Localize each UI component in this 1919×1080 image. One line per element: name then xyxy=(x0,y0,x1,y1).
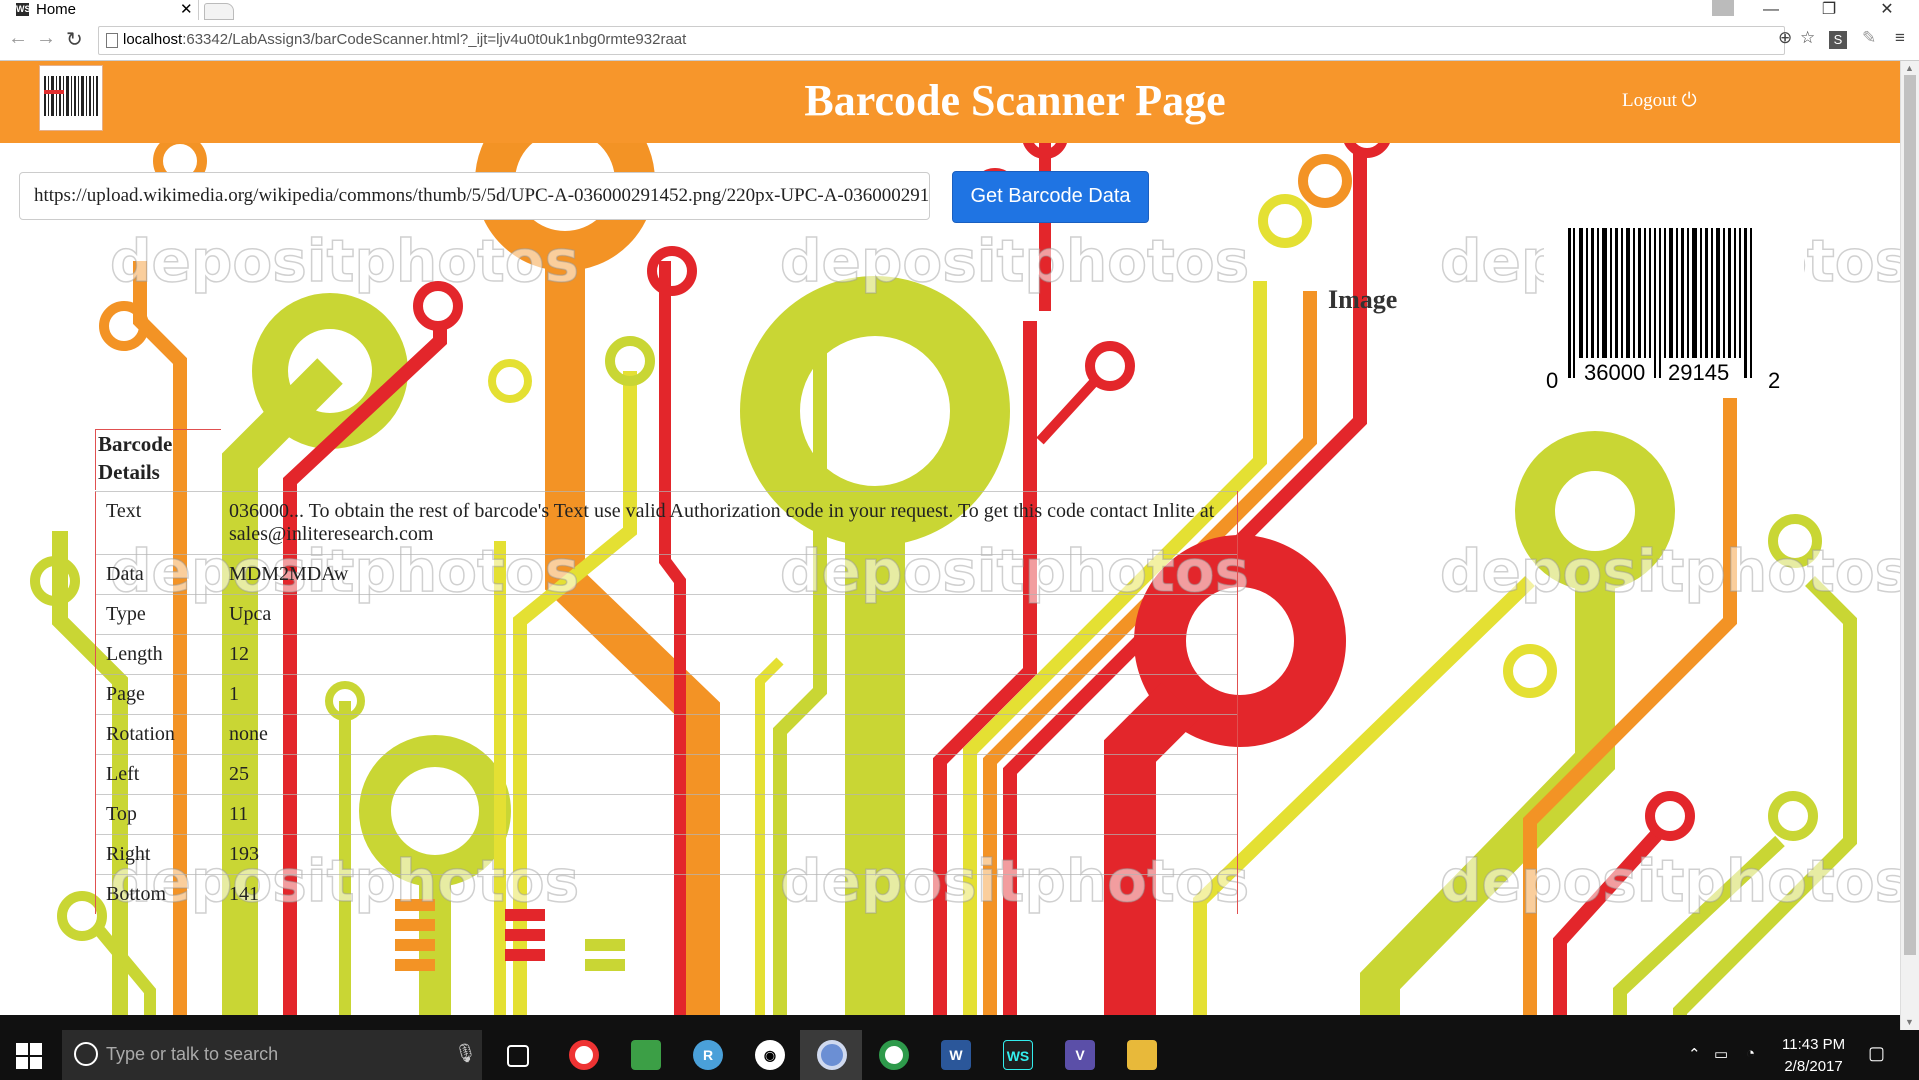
zoom-icon[interactable]: ⊕ xyxy=(1778,28,1792,48)
forward-arrow-icon[interactable]: → xyxy=(36,27,56,50)
detail-key: Bottom xyxy=(95,874,219,914)
table-row: Text 036000... To obtain the rest of barc… xyxy=(95,491,1238,555)
detail-value: none xyxy=(219,714,1238,755)
browser-tab[interactable]: WS Home ✕ xyxy=(0,0,199,20)
barcode-digit: 36000 xyxy=(1584,360,1645,385)
close-window-button[interactable]: ✕ xyxy=(1864,0,1910,20)
image-heading: Image xyxy=(1328,285,1398,314)
action-center-icon[interactable]: ▢ xyxy=(1868,1043,1885,1064)
clock-time: 11:43 PM xyxy=(1782,1036,1846,1053)
detail-value: MDM2MDAw xyxy=(219,554,1238,595)
visual-studio-icon[interactable]: V xyxy=(1065,1040,1095,1070)
detail-value: 036000... To obtain the rest of barcode'… xyxy=(219,491,1238,555)
table-row: Length 12 xyxy=(95,634,1238,675)
barcode-digit: 29145 xyxy=(1668,360,1729,385)
cortana-icon xyxy=(74,1042,98,1066)
show-hidden-icons-icon[interactable]: ⌃ xyxy=(1688,1045,1701,1063)
page-content: depositphotos depositphotos depositphoto… xyxy=(0,61,1900,1030)
barcode-details-heading: Barcode Details xyxy=(95,429,221,490)
scrollbar-thumb[interactable] xyxy=(1904,75,1916,955)
browser-tab-strip: WS Home ✕ — ❐ ✕ xyxy=(0,0,1919,21)
detail-key: Page xyxy=(95,674,219,715)
scroll-down-arrow-icon[interactable]: ▼ xyxy=(1905,1017,1914,1027)
page-title: Barcode Scanner Page xyxy=(804,76,1226,125)
webstorm-icon: WS xyxy=(16,3,31,16)
close-tab-icon[interactable]: ✕ xyxy=(180,0,193,18)
detail-key: Right xyxy=(95,834,219,875)
battery-icon[interactable]: ▭ xyxy=(1714,1045,1728,1063)
logout-link[interactable]: Logout ⏻ xyxy=(1622,90,1697,112)
r-studio-icon[interactable]: R xyxy=(693,1040,723,1070)
extension-s-icon[interactable]: S xyxy=(1829,31,1847,49)
reload-icon[interactable]: ↻ xyxy=(66,27,83,52)
clock-date: 2/8/2017 xyxy=(1784,1058,1843,1075)
chrome-icon[interactable] xyxy=(879,1040,909,1070)
task-view-icon[interactable] xyxy=(507,1045,529,1067)
chrome-icon[interactable] xyxy=(569,1040,599,1070)
menu-icon[interactable]: ≡ xyxy=(1895,28,1905,48)
watermark-text: depositphotos xyxy=(110,227,579,295)
search-placeholder: Type or talk to search xyxy=(106,1044,279,1064)
detail-value: Upca xyxy=(219,594,1238,635)
file-explorer-icon[interactable] xyxy=(1127,1040,1157,1070)
table-row: Data MDM2MDAw xyxy=(95,554,1238,595)
detail-key: Length xyxy=(95,634,219,675)
webstorm-icon[interactable]: WS xyxy=(1003,1040,1033,1070)
detail-key: Type xyxy=(95,594,219,635)
detail-key: Rotation xyxy=(95,714,219,755)
barcode-image: 0 36000 29145 2 xyxy=(1544,218,1804,398)
detail-value: 193 xyxy=(219,834,1238,875)
detail-value: 12 xyxy=(219,634,1238,675)
profile-icon[interactable] xyxy=(1712,0,1734,16)
url-bar[interactable]: localhost:63342/LabAssign3/barCodeScanne… xyxy=(98,26,1785,55)
barcode-details-table: Text 036000... To obtain the rest of barc… xyxy=(95,491,1238,914)
minimize-button[interactable]: — xyxy=(1748,0,1794,20)
barcode-url-input[interactable]: https://upload.wikimedia.org/wikipedia/c… xyxy=(19,172,930,220)
detail-key: Left xyxy=(95,754,219,795)
github-icon[interactable]: ◉ xyxy=(755,1040,785,1070)
word-icon[interactable]: W xyxy=(941,1040,971,1070)
windows-start-icon[interactable] xyxy=(16,1043,42,1069)
table-row: Bottom 141 xyxy=(95,874,1238,914)
watermark-text: depositphotos xyxy=(1440,847,1900,915)
detail-value: 1 xyxy=(219,674,1238,715)
page-header: Barcode Scanner Page Logout ⏻ xyxy=(0,61,1900,143)
layers-app-icon[interactable] xyxy=(631,1040,661,1070)
wifi-icon[interactable]: ◔ xyxy=(1746,1045,1755,1062)
barcode-digit: 2 xyxy=(1768,368,1780,393)
watermark-text: depositphotos xyxy=(1440,537,1900,605)
bookmark-star-icon[interactable]: ☆ xyxy=(1800,28,1815,48)
detail-key: Data xyxy=(95,554,219,595)
extension-icon[interactable]: ✎ xyxy=(1862,28,1876,48)
windows-taskbar: Type or talk to search 🎙 R ◉ W WS V ⌃ ▭ … xyxy=(0,1030,1919,1080)
scroll-up-arrow-icon[interactable]: ▲ xyxy=(1905,63,1914,73)
table-row: Type Upca xyxy=(95,594,1238,635)
get-barcode-data-button[interactable]: Get Barcode Data xyxy=(952,171,1149,223)
vertical-scrollbar[interactable]: ▲ ▼ xyxy=(1900,61,1919,1030)
table-row: Page 1 xyxy=(95,674,1238,715)
back-arrow-icon[interactable]: ← xyxy=(8,27,28,50)
taskbar-search-box[interactable]: Type or talk to search 🎙 xyxy=(62,1030,482,1080)
address-toolbar: ← → ↻ localhost:63342/LabAssign3/barCode… xyxy=(0,20,1919,61)
watermark-text: depositphotos xyxy=(780,227,1249,295)
table-row: Left 25 xyxy=(95,754,1238,795)
new-tab-button[interactable] xyxy=(204,3,234,20)
detail-value: 11 xyxy=(219,794,1238,835)
detail-key: Top xyxy=(95,794,219,835)
barcode-digit: 0 xyxy=(1546,368,1558,393)
tab-title: Home xyxy=(36,1,77,18)
taskbar-clock[interactable]: 11:43 PM 2/8/2017 xyxy=(1782,1034,1845,1078)
table-row: Right 193 xyxy=(95,834,1238,875)
restore-button[interactable]: ❐ xyxy=(1806,0,1852,20)
detail-key: Text xyxy=(95,491,219,555)
table-row: Top 11 xyxy=(95,794,1238,835)
chrome-canary-icon[interactable] xyxy=(817,1040,847,1070)
microphone-icon[interactable]: 🎙 xyxy=(454,1043,477,1064)
detail-value: 141 xyxy=(219,874,1238,914)
table-row: Rotation none xyxy=(95,714,1238,755)
detail-value: 25 xyxy=(219,754,1238,795)
url-text[interactable]: localhost:63342/LabAssign3/barCodeScanne… xyxy=(123,31,686,48)
page-icon xyxy=(106,33,118,48)
